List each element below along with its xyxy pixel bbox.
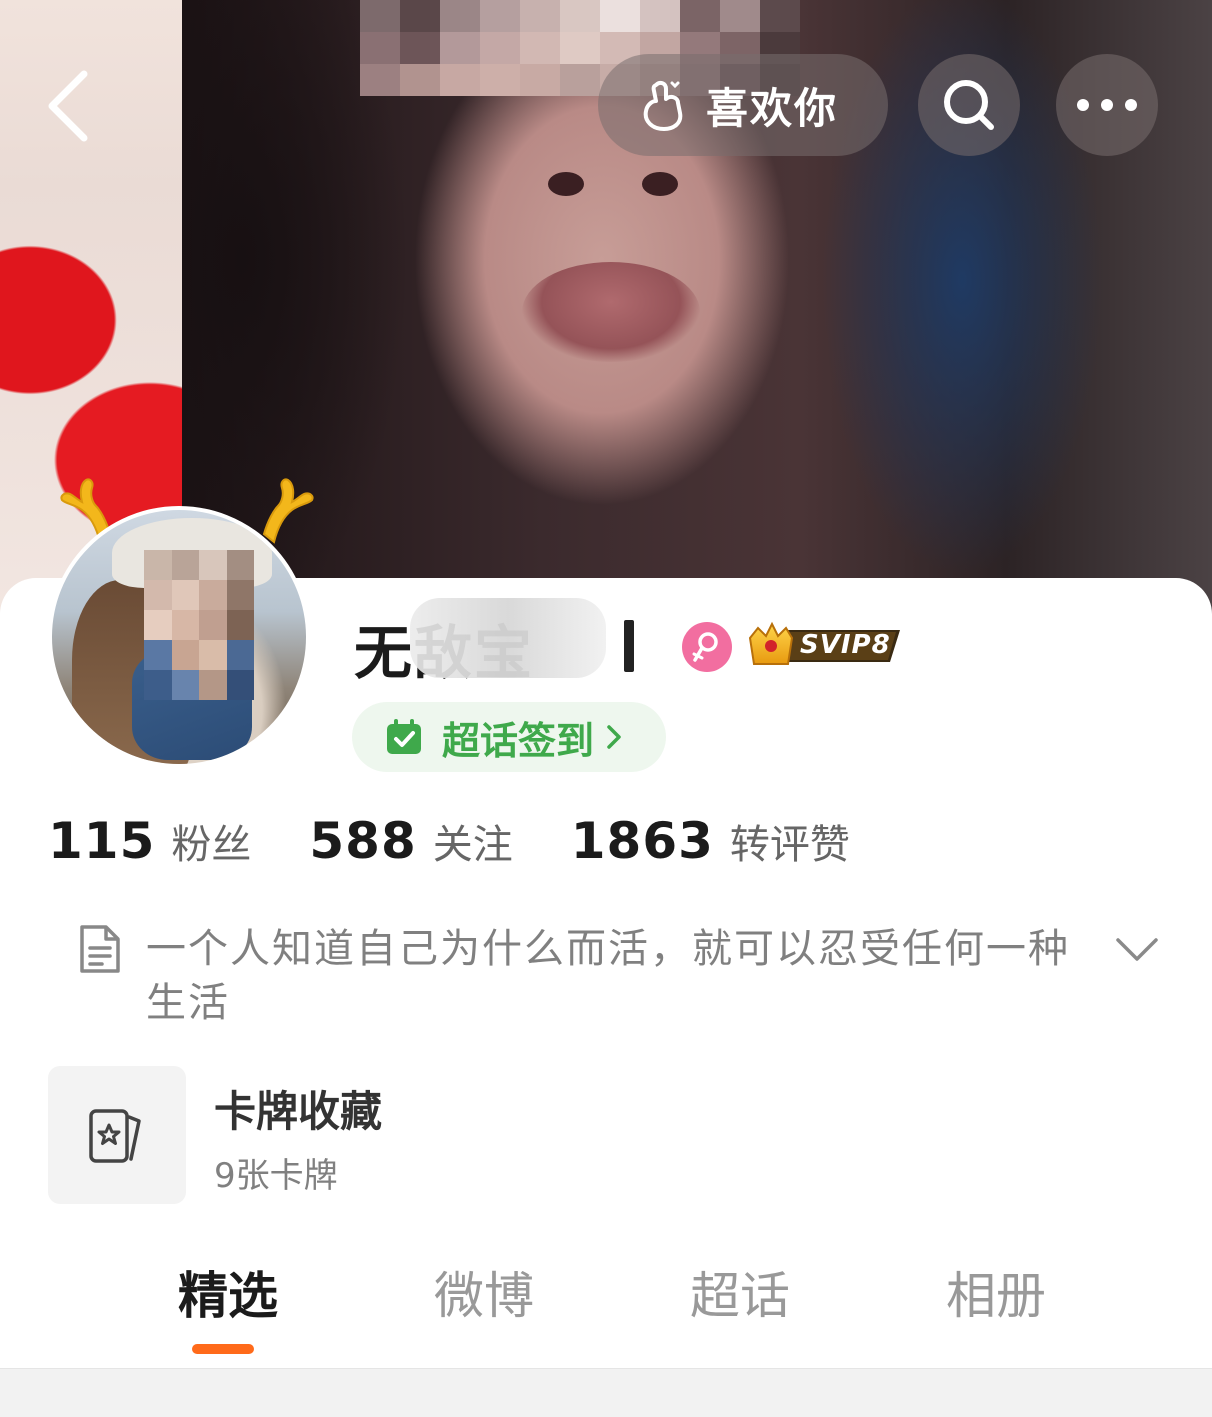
card-collection-count: 9张卡牌 bbox=[214, 1156, 338, 1196]
card-collection-tile[interactable] bbox=[48, 1066, 186, 1204]
name-divider bbox=[624, 620, 634, 672]
name-redaction bbox=[410, 598, 606, 678]
back-button[interactable] bbox=[40, 66, 100, 146]
chevron-down-icon[interactable] bbox=[1112, 930, 1162, 970]
stat-value: 1863 bbox=[570, 812, 714, 870]
svip-label: SVIP8 bbox=[800, 630, 891, 660]
stat-label: 转评赞 bbox=[729, 822, 850, 868]
cover-detail bbox=[548, 162, 678, 208]
search-icon bbox=[944, 80, 994, 130]
avatar-photo bbox=[48, 506, 310, 768]
content-divider bbox=[0, 1368, 1212, 1417]
stat-value: 588 bbox=[309, 812, 417, 870]
finger-heart-icon bbox=[643, 80, 683, 131]
stat-label: 粉丝 bbox=[171, 822, 252, 868]
tab-album[interactable]: 相册 bbox=[906, 1256, 1086, 1328]
female-icon bbox=[682, 622, 732, 672]
more-dots-icon bbox=[1077, 99, 1137, 111]
stat-value: 115 bbox=[48, 812, 156, 870]
super-topic-checkin-button[interactable]: 超话签到 bbox=[352, 702, 666, 772]
stat-followers[interactable]: 115 粉丝 bbox=[48, 812, 251, 870]
more-button[interactable] bbox=[1056, 54, 1158, 156]
like-you-label: 喜欢你 bbox=[706, 83, 839, 133]
avatar[interactable] bbox=[46, 474, 314, 774]
tab-super-topic[interactable]: 超话 bbox=[650, 1256, 830, 1328]
tab-weibo[interactable]: 微博 bbox=[394, 1256, 574, 1328]
stat-following[interactable]: 588 关注 bbox=[309, 812, 512, 870]
cover-detail bbox=[522, 262, 700, 362]
stat-interactions[interactable]: 1863 转评赞 bbox=[571, 812, 850, 870]
document-icon bbox=[80, 925, 120, 973]
stat-label: 关注 bbox=[432, 822, 513, 868]
chevron-left-icon bbox=[48, 70, 88, 142]
chevron-right-icon bbox=[607, 725, 621, 749]
active-tab-indicator bbox=[192, 1344, 254, 1354]
bio-text: 一个人知道自己为什么而活，就可以忍受任何一种生活 bbox=[146, 926, 1070, 1026]
profile-tabs: 精选 微博 超话 相册 bbox=[0, 1256, 1212, 1336]
card-collection-icon bbox=[89, 1109, 141, 1163]
like-you-button[interactable]: 喜欢你 bbox=[598, 54, 888, 156]
card-collection-title[interactable]: 卡牌收藏 bbox=[214, 1078, 382, 1139]
checkin-label: 超话签到 bbox=[442, 718, 595, 763]
avatar-mosaic bbox=[144, 550, 254, 700]
calendar-check-icon bbox=[387, 719, 421, 754]
search-button[interactable] bbox=[918, 54, 1020, 156]
tab-featured[interactable]: 精选 bbox=[138, 1256, 318, 1328]
profile-stats: 115 粉丝 588 关注 1863 转评赞 bbox=[48, 812, 908, 876]
